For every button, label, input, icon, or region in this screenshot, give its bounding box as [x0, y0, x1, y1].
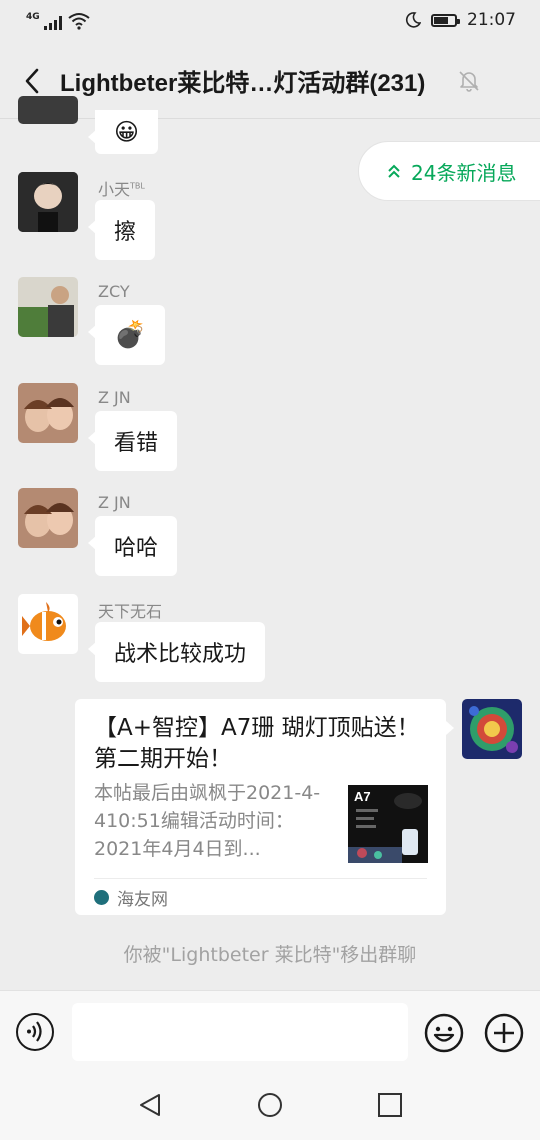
back-icon[interactable] — [20, 66, 50, 96]
message-text: 看错 — [114, 431, 159, 456]
avatar[interactable] — [18, 383, 78, 443]
message-input[interactable] — [72, 1003, 408, 1061]
source-label: 海友网 — [117, 890, 168, 910]
status-bar: 4G 21:07 — [0, 0, 540, 44]
input-bar — [0, 990, 540, 1071]
avatar[interactable] — [18, 488, 78, 548]
new-messages-label: 24条新消息 — [411, 160, 517, 185]
message-bubble[interactable]: 战术比较成功 — [87, 622, 266, 682]
avatar[interactable] — [18, 96, 78, 124]
network-type: 4G — [26, 12, 40, 22]
signal-area: 4G — [26, 12, 90, 30]
new-messages-button[interactable]: 24条新消息 — [358, 141, 540, 201]
avatar[interactable] — [18, 594, 78, 654]
message-bubble[interactable]: 擦 — [87, 200, 156, 260]
message-text: 擦 — [114, 220, 137, 245]
avatar[interactable] — [18, 172, 78, 232]
message-bubble[interactable]: 💣 — [87, 305, 166, 365]
sender-name: ZCY — [98, 282, 130, 301]
mute-bell-icon — [459, 71, 479, 92]
message-text: 💣 — [114, 320, 147, 350]
sender-name: Z JN — [98, 493, 131, 512]
nav-back-icon[interactable] — [137, 1092, 163, 1118]
divider — [94, 878, 427, 879]
sender-name: Z JN — [98, 388, 131, 407]
wifi-icon — [68, 13, 90, 30]
message-text: 哈哈 — [114, 536, 159, 561]
message-bubble[interactable]: 😀 — [87, 110, 159, 154]
nav-home-icon[interactable] — [257, 1092, 283, 1118]
signal-icon — [43, 14, 62, 30]
sender-name: 小天TBL — [98, 180, 145, 199]
link-card-description: 本帖最后由飒枫于2021-4-410:51编辑活动时间：2021年4月4日到..… — [94, 782, 321, 860]
emoji-button[interactable] — [424, 1013, 464, 1053]
double-chevron-up-icon — [388, 164, 400, 178]
message-bubble[interactable]: 哈哈 — [87, 516, 178, 576]
avatar[interactable] — [18, 277, 78, 337]
message-text: 战术比较成功 — [114, 642, 247, 667]
battery-icon — [431, 13, 460, 27]
link-card[interactable]: 【A+智控】A7珊 瑚灯顶贴送！ 第二期开始！ 本帖最后由飒枫于2021-4-4… — [75, 699, 454, 915]
message-bubble[interactable]: 看错 — [87, 411, 178, 471]
system-nav-bar — [0, 1070, 540, 1140]
clock: 21:07 — [467, 10, 516, 30]
thumbnail-label: A7 — [354, 789, 371, 804]
sender-name: 天下无石 — [98, 602, 163, 621]
system-notice: 你被"Lightbeter 莱比特"移出群聊 — [123, 944, 417, 966]
link-card-source: 海友网 — [94, 885, 168, 910]
nav-recents-icon[interactable] — [377, 1092, 403, 1118]
moon-icon — [405, 12, 421, 28]
my-avatar[interactable] — [462, 699, 522, 759]
message-text: 😀 — [114, 118, 140, 146]
status-right: 21:07 — [405, 10, 516, 30]
link-card-title: 【A+智控】A7珊 瑚灯顶贴送！ 第二期开始！ — [94, 715, 420, 772]
voice-icon — [27, 1021, 42, 1042]
chat-title: Lightbeter莱比特…灯活动群(231) — [60, 70, 426, 97]
more-plus-button[interactable] — [484, 1013, 524, 1053]
source-logo-icon — [94, 890, 109, 905]
link-card-thumbnail: A7 — [348, 785, 428, 863]
voice-input-button[interactable] — [16, 1013, 54, 1051]
chat-header: Lightbeter莱比特…灯活动群(231) — [0, 44, 540, 119]
